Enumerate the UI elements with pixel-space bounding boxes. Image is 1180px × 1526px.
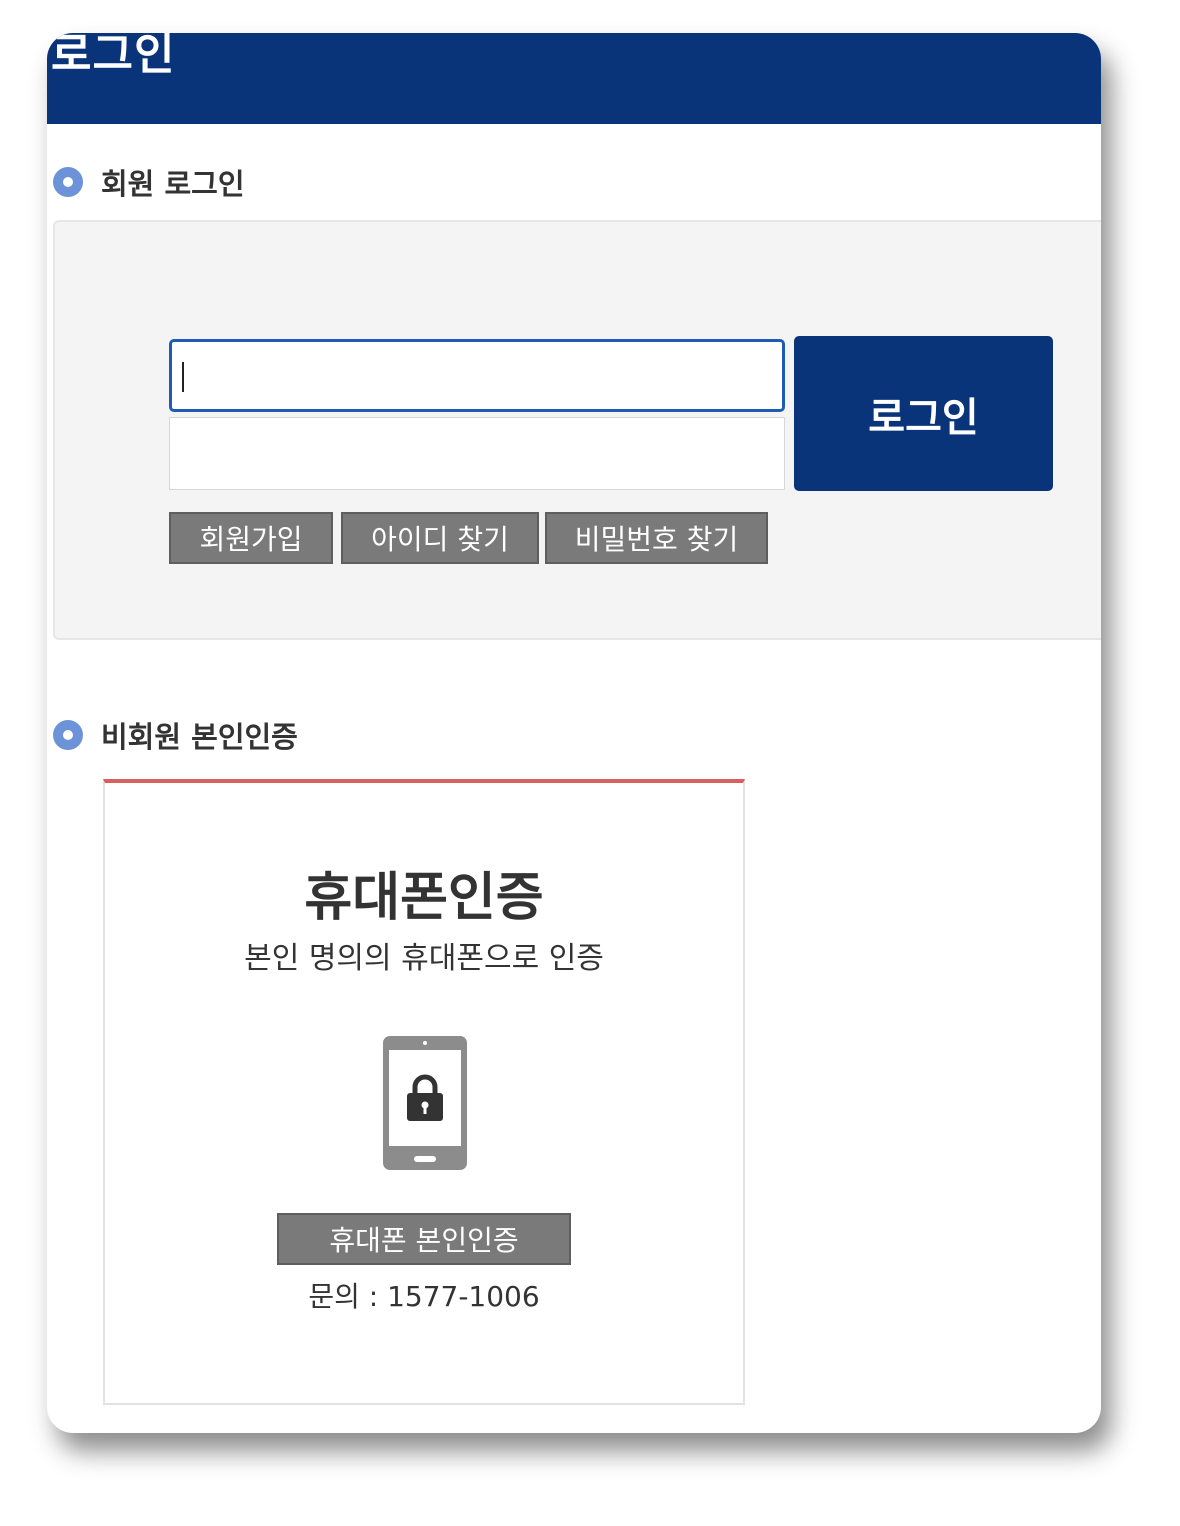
member-login-title: 회원 로그인 <box>101 167 245 201</box>
login-window: 로그인 회원 로그인 로그인 회원가입 아이디 찾기 비밀번호 찾기 비회원 본… <box>47 33 1101 1433</box>
member-login-heading: 회원 로그인 <box>53 162 245 202</box>
login-button[interactable]: 로그인 <box>794 336 1053 491</box>
page-title: 로그인 <box>51 33 176 80</box>
text-caret <box>182 362 184 392</box>
guest-verification-heading: 비회원 본인인증 <box>53 715 298 755</box>
find-id-button[interactable]: 아이디 찾기 <box>341 512 539 564</box>
bullet-icon <box>53 167 83 197</box>
join-button[interactable]: 회원가입 <box>169 512 333 564</box>
member-login-box: 로그인 회원가입 아이디 찾기 비밀번호 찾기 <box>53 220 1101 640</box>
guest-verification-title: 비회원 본인인증 <box>101 720 298 754</box>
find-password-button[interactable]: 비밀번호 찾기 <box>545 512 768 564</box>
card-title: 휴대폰인증 <box>304 868 544 928</box>
phone-verify-button[interactable]: 휴대폰 본인인증 <box>277 1213 571 1265</box>
bullet-icon <box>53 720 83 750</box>
phone-verification-card: 휴대폰인증 본인 명의의 휴대폰으로 인증 휴대폰 본인인증 문의 : 1577… <box>103 779 745 1405</box>
password-input[interactable] <box>169 417 785 490</box>
id-input[interactable] <box>169 339 785 412</box>
card-description: 본인 명의의 휴대폰으로 인증 <box>244 941 604 976</box>
contact-info: 문의 : 1577-1006 <box>308 1280 540 1313</box>
title-bar: 로그인 <box>47 33 1101 124</box>
phone-lock-icon <box>383 1036 467 1170</box>
